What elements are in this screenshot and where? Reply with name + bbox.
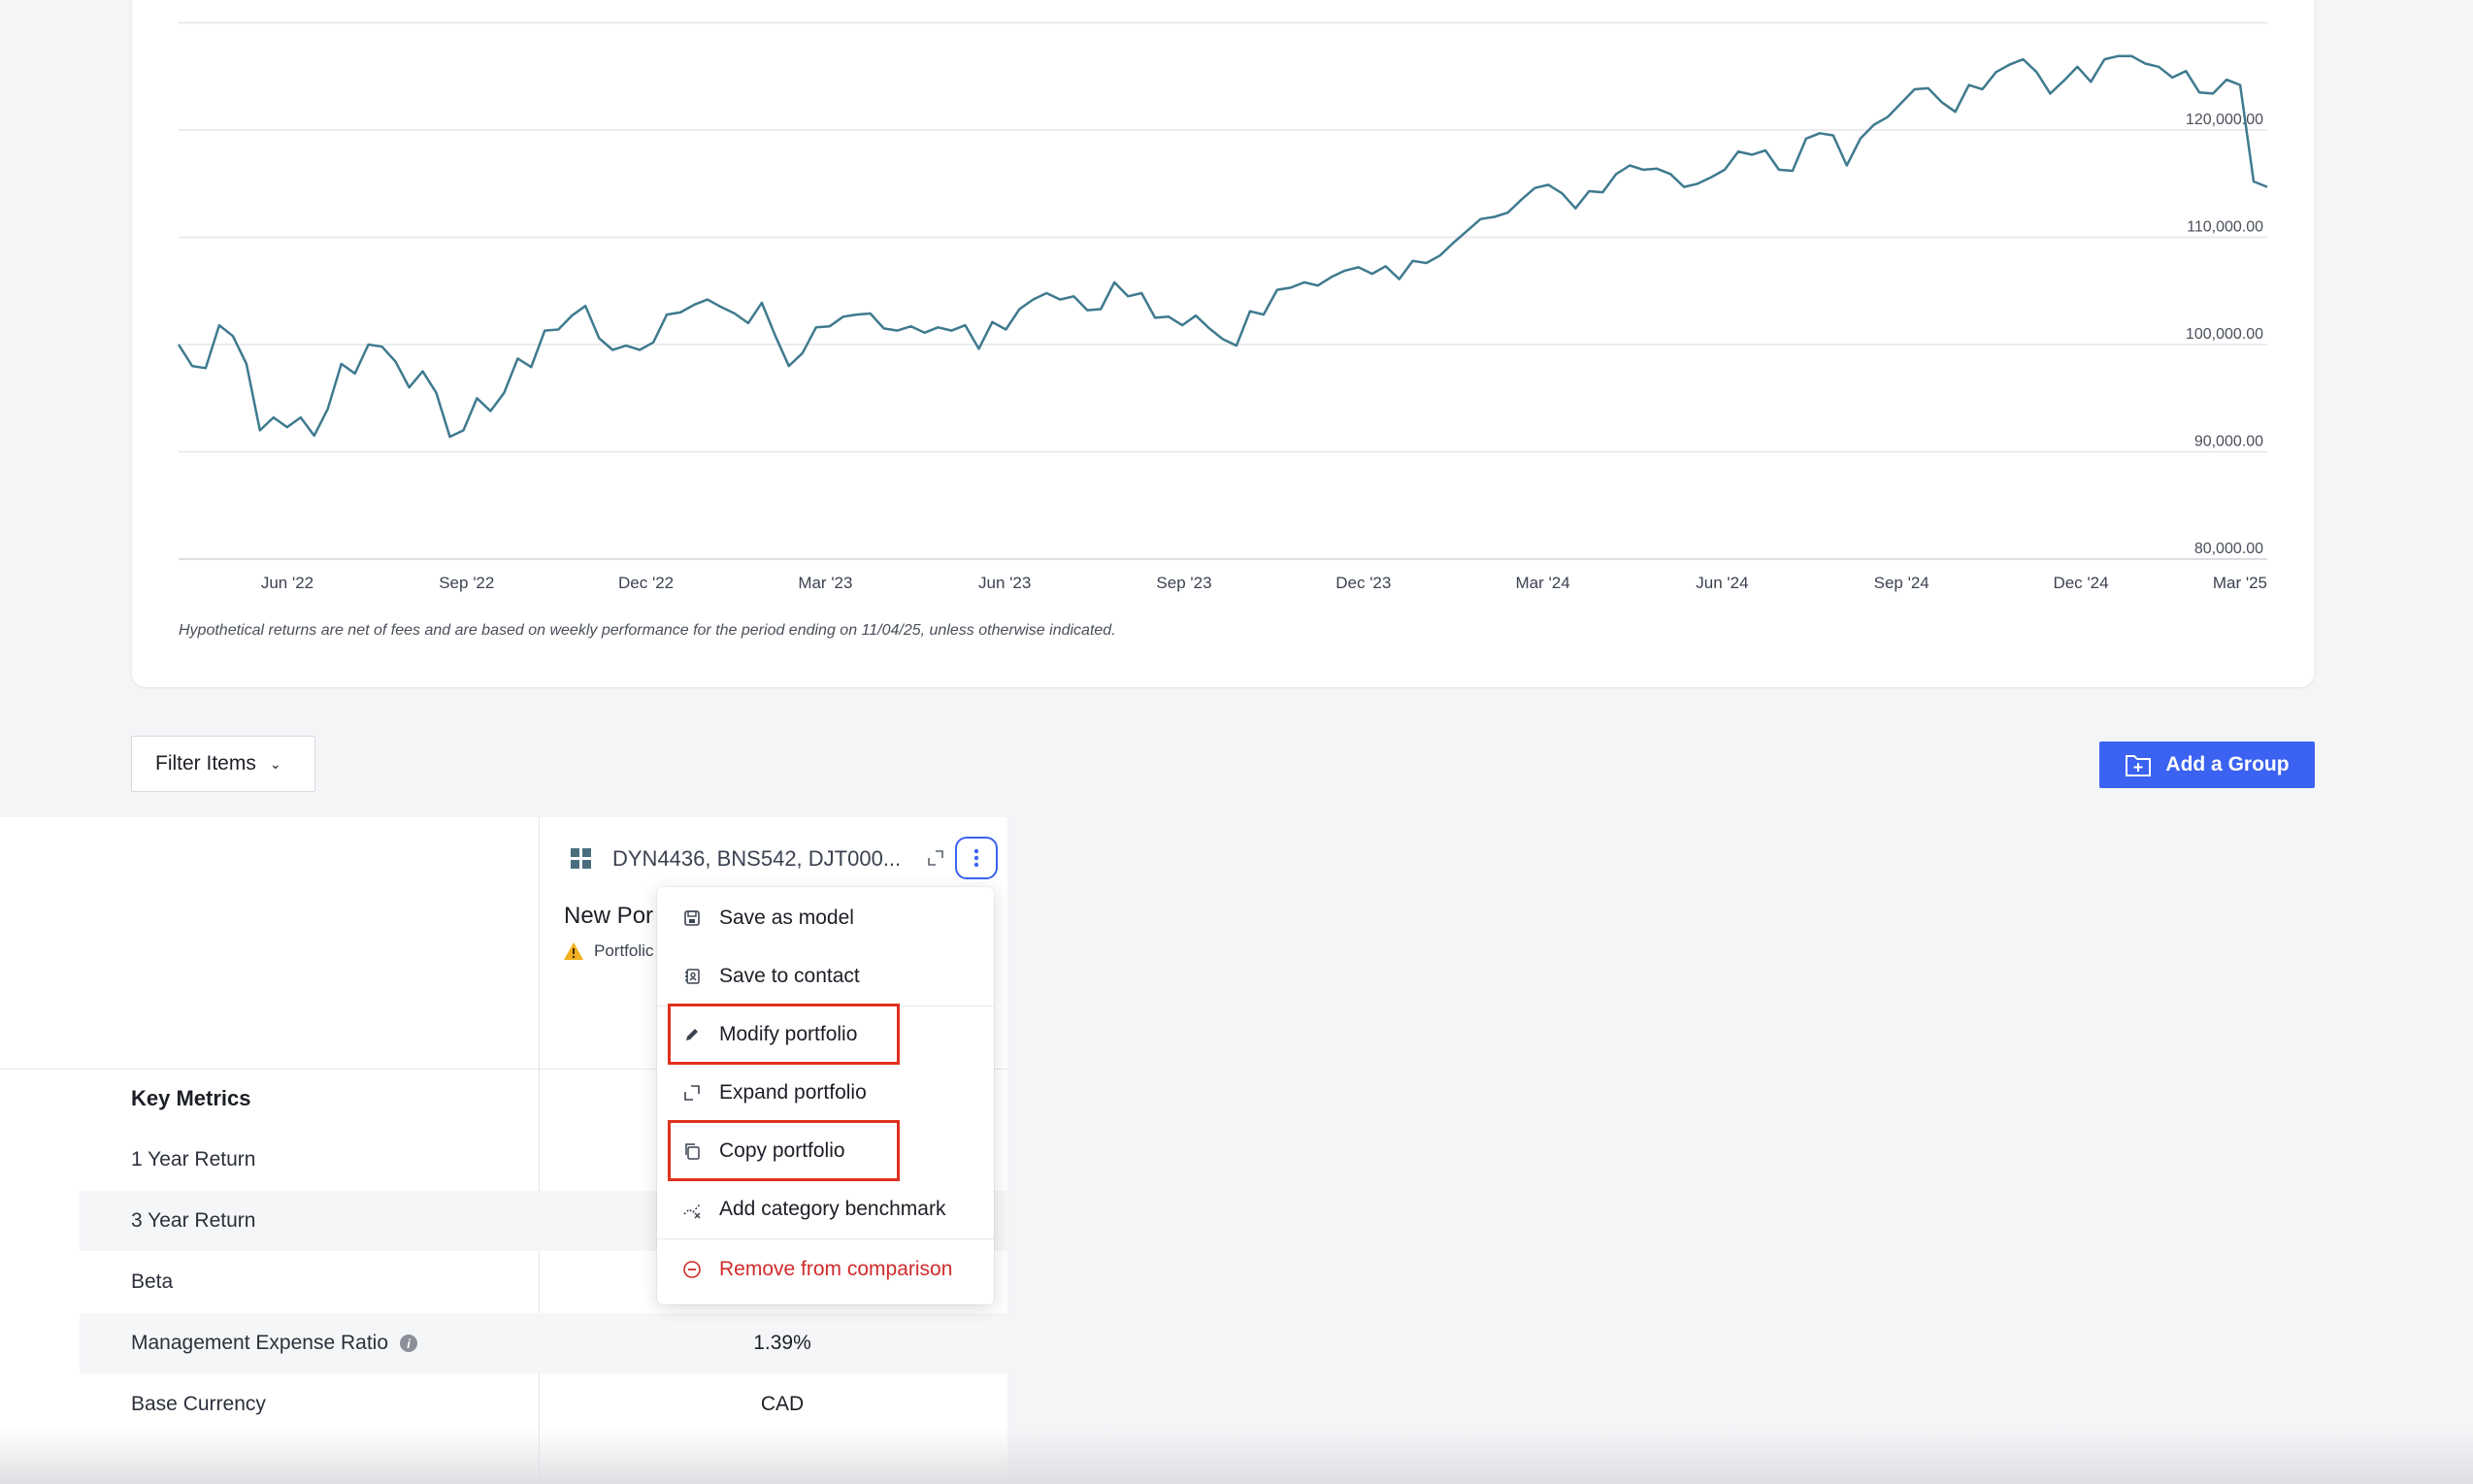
menu-item-label: Save to contact <box>719 965 860 987</box>
x-tick-label: Dec '22 <box>618 574 674 592</box>
menu-item-save-to-contact[interactable]: Save to contact <box>657 947 994 1006</box>
portfolio-status-text: Portfolic <box>594 941 654 960</box>
expand-icon <box>684 1085 700 1101</box>
metric-label: 1 Year Return <box>131 1148 256 1171</box>
menu-item-remove-from-comparison[interactable]: Remove from comparison <box>657 1240 994 1299</box>
y-tick-label: 100,000.00 <box>2186 326 2263 343</box>
chevron-down-icon: ⌄ <box>269 755 281 772</box>
series-line <box>177 54 2268 439</box>
y-tick-label: 80,000.00 <box>2194 541 2263 557</box>
portfolio-holdings[interactable]: DYN4436, BNS542, DJT000... <box>612 846 901 872</box>
metric-label: 3 Year Return <box>131 1209 256 1232</box>
metric-label: Base Currency <box>131 1393 266 1415</box>
filter-items-label: Filter Items <box>155 752 256 775</box>
x-tick-label: Jun '23 <box>978 574 1031 592</box>
y-tick-label: 120,000.00 <box>2186 112 2263 128</box>
bottom-shadow <box>0 1427 2473 1484</box>
add-group-button[interactable]: Add a Group <box>2099 742 2315 788</box>
highlight-copy-portfolio <box>668 1120 900 1181</box>
y-tick-label: 90,000.00 <box>2194 434 2263 450</box>
key-metrics-heading: Key Metrics <box>131 1086 251 1110</box>
filter-items-button[interactable]: Filter Items ⌄ <box>131 736 315 792</box>
metric-label: Management Expense Ratio i <box>131 1332 417 1355</box>
folder-add-icon <box>2126 755 2152 776</box>
remove-icon <box>683 1261 701 1278</box>
menu-item-label: Remove from comparison <box>719 1258 953 1280</box>
kebab-icon <box>973 848 979 868</box>
highlight-modify-portfolio <box>668 1004 900 1065</box>
x-tick-label: Mar '24 <box>1516 574 1570 592</box>
x-tick-label: Sep '22 <box>439 574 494 592</box>
menu-separator <box>657 1238 994 1239</box>
portfolio-status: Portfolic <box>563 941 653 961</box>
menu-item-save-as-model[interactable]: Save as model <box>657 889 994 947</box>
performance-chart: 80,000.00 90,000.00 100,000.00 110,000.00 12… <box>177 21 2268 592</box>
info-icon[interactable]: i <box>400 1335 417 1352</box>
menu-item-label: Expand portfolio <box>719 1081 867 1104</box>
portfolio-options-menu: Save as model Save to contact Modify por… <box>657 887 994 1304</box>
metric-row: Base Currency CAD <box>80 1374 1007 1435</box>
x-tick-label: Sep '24 <box>1874 574 1929 592</box>
contact-save-icon <box>685 969 700 984</box>
portfolio-title: New Por <box>564 903 654 929</box>
benchmark-icon <box>683 1204 701 1219</box>
metric-label-text: Management Expense Ratio <box>131 1332 388 1354</box>
x-tick-label: Jun '22 <box>261 574 313 592</box>
x-tick-label: Sep '23 <box>1156 574 1211 592</box>
chart-disclaimer: Hypothetical returns are net of fees and… <box>179 622 1116 639</box>
x-tick-label: Mar '23 <box>798 574 852 592</box>
warning-icon <box>564 942 583 960</box>
metric-row: Management Expense Ratio i 1.39% <box>80 1313 1007 1373</box>
x-tick-label: Jun '24 <box>1696 574 1748 592</box>
menu-item-add-category-benchmark[interactable]: Add category benchmark <box>657 1180 994 1238</box>
expand-icon[interactable] <box>926 848 945 868</box>
metric-label: Beta <box>131 1270 174 1293</box>
x-tick-label: Dec '23 <box>1335 574 1391 592</box>
metric-value: 1.39% <box>753 1332 811 1354</box>
add-group-label: Add a Group <box>2165 753 2290 775</box>
more-options-button[interactable] <box>955 837 998 879</box>
menu-item-expand-portfolio[interactable]: Expand portfolio <box>657 1064 994 1122</box>
metric-value: CAD <box>760 1393 805 1415</box>
menu-item-label: Save as model <box>719 907 854 929</box>
performance-chart-card: 80,000.00 90,000.00 100,000.00 110,000.00 12… <box>132 0 2314 687</box>
y-tick-label: 110,000.00 <box>2187 219 2263 236</box>
portfolio-grid-icon <box>571 848 592 870</box>
save-icon <box>684 910 700 926</box>
x-tick-label: Mar '25 <box>2213 574 2267 592</box>
x-tick-label: Dec '24 <box>2053 574 2108 592</box>
menu-item-label: Add category benchmark <box>719 1198 946 1220</box>
